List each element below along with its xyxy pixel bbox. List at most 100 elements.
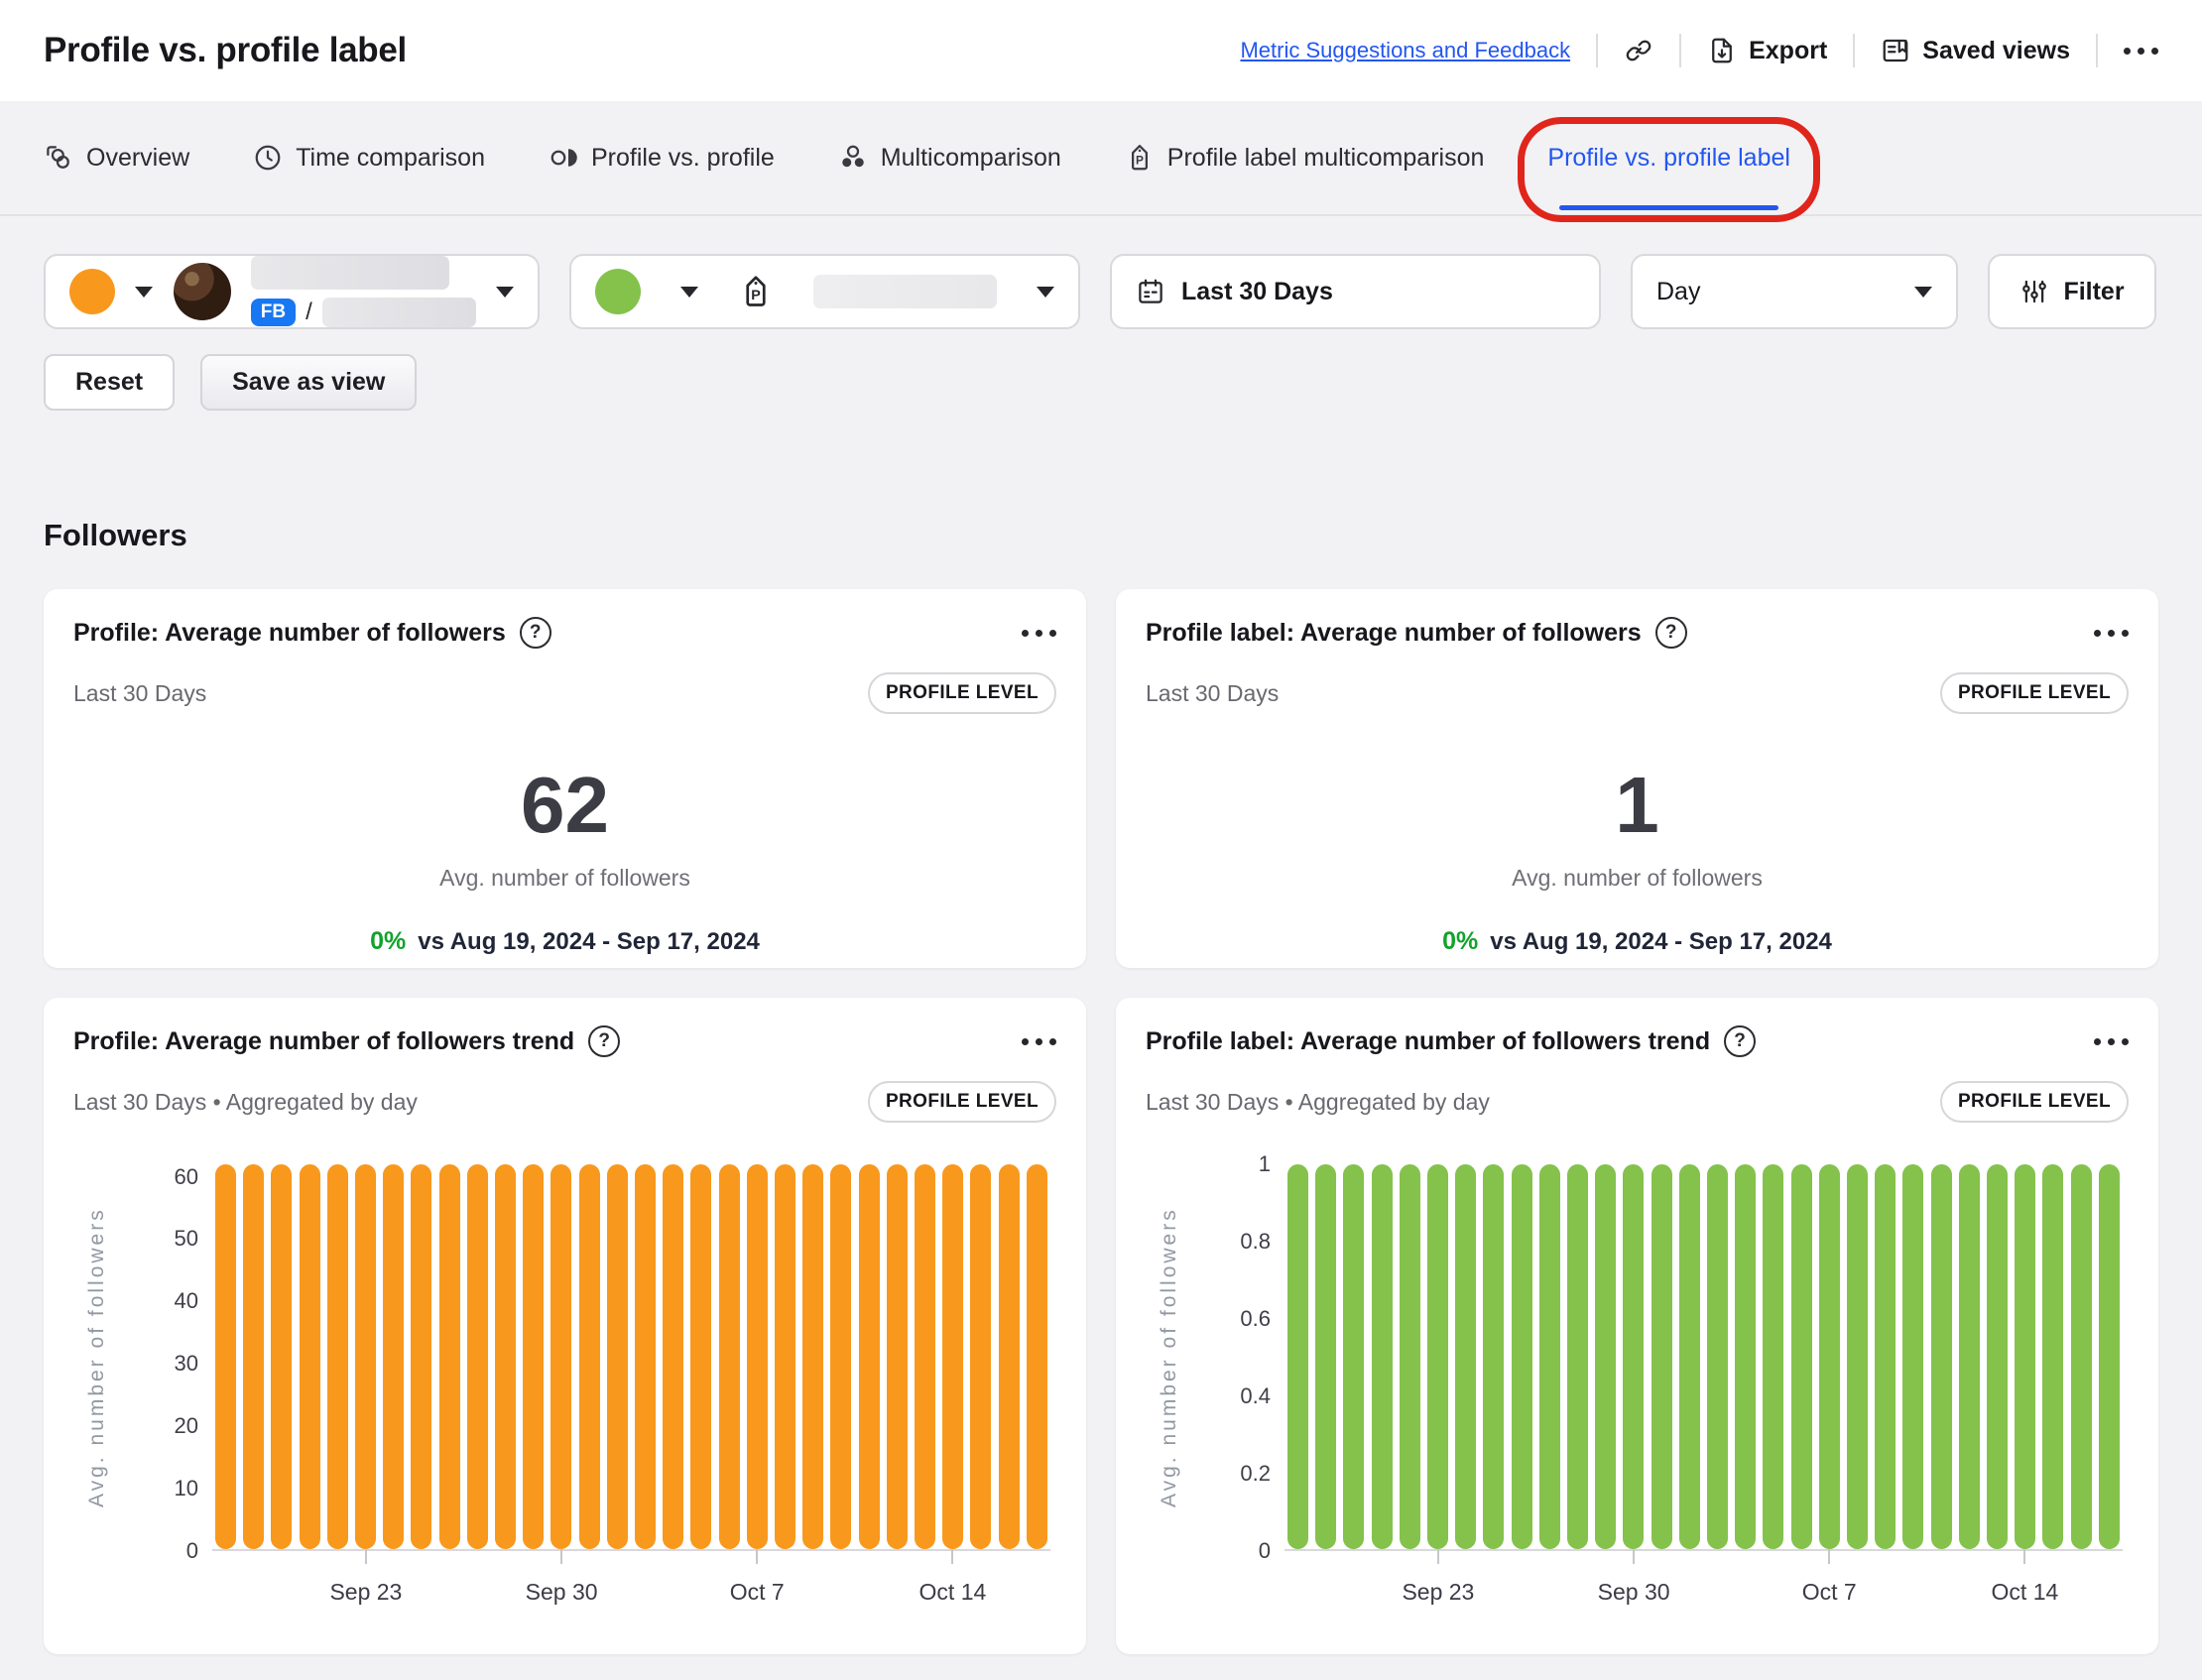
bar[interactable]: [355, 1164, 376, 1549]
date-range-picker[interactable]: Last 30 Days: [1110, 254, 1601, 329]
bar[interactable]: [2015, 1164, 2035, 1549]
bar[interactable]: [887, 1164, 908, 1549]
bar[interactable]: [1287, 1164, 1308, 1549]
filter-label: Filter: [2063, 278, 2124, 306]
help-icon[interactable]: [588, 1025, 620, 1057]
bar[interactable]: [915, 1164, 935, 1549]
bar[interactable]: [1427, 1164, 1448, 1549]
tab-label: Profile vs. profile: [591, 144, 775, 173]
svg-text:P: P: [751, 288, 761, 303]
profile-selector[interactable]: FB /: [44, 254, 540, 329]
more-menu-button[interactable]: [2124, 48, 2158, 55]
bar[interactable]: [1902, 1164, 1923, 1549]
help-icon[interactable]: [520, 617, 551, 649]
bar[interactable]: [550, 1164, 571, 1549]
chevron-down-icon: [1914, 287, 1932, 298]
bar[interactable]: [2099, 1164, 2120, 1549]
bar[interactable]: [747, 1164, 768, 1549]
bar[interactable]: [467, 1164, 488, 1549]
bar[interactable]: [2071, 1164, 2092, 1549]
y-axis-tick-label: 0.4: [1240, 1383, 1271, 1409]
bar[interactable]: [300, 1164, 320, 1549]
bar[interactable]: [1959, 1164, 1980, 1549]
bar[interactable]: [1875, 1164, 1896, 1549]
bar[interactable]: [523, 1164, 544, 1549]
bar[interactable]: [1791, 1164, 1812, 1549]
bar[interactable]: [859, 1164, 880, 1549]
help-icon[interactable]: [1724, 1025, 1756, 1057]
bar[interactable]: [690, 1164, 711, 1549]
card-menu-button[interactable]: [1022, 630, 1056, 637]
bar[interactable]: [1987, 1164, 2008, 1549]
tab-profile-label-multicomparison[interactable]: P Profile label multicomparison: [1125, 101, 1485, 214]
bar[interactable]: [383, 1164, 404, 1549]
tab-profile-vs-profile[interactable]: Profile vs. profile: [549, 101, 775, 214]
bar[interactable]: [1707, 1164, 1728, 1549]
granularity-dropdown[interactable]: Day: [1631, 254, 1958, 329]
bar[interactable]: [830, 1164, 851, 1549]
bar[interactable]: [2042, 1164, 2063, 1549]
bar[interactable]: [970, 1164, 991, 1549]
bar[interactable]: [1567, 1164, 1588, 1549]
x-axis-tick: [560, 1549, 562, 1564]
bar[interactable]: [1400, 1164, 1420, 1549]
help-icon[interactable]: [1655, 617, 1687, 649]
bar[interactable]: [1819, 1164, 1840, 1549]
bar[interactable]: [1847, 1164, 1868, 1549]
bar[interactable]: [1623, 1164, 1644, 1549]
x-axis-tick-label: Oct 7: [730, 1579, 785, 1606]
export-button[interactable]: Export: [1707, 36, 1827, 65]
bar[interactable]: [1512, 1164, 1532, 1549]
tab-time-comparison[interactable]: Time comparison: [253, 101, 485, 214]
bar[interactable]: [775, 1164, 795, 1549]
metric-suggestions-link[interactable]: Metric Suggestions and Feedback: [1240, 38, 1570, 63]
bar[interactable]: [1595, 1164, 1616, 1549]
bar[interactable]: [1652, 1164, 1672, 1549]
bar[interactable]: [243, 1164, 264, 1549]
tab-profile-vs-profile-label[interactable]: Profile vs. profile label: [1547, 101, 1790, 214]
bar[interactable]: [1343, 1164, 1364, 1549]
bar[interactable]: [1763, 1164, 1783, 1549]
bar[interactable]: [215, 1164, 236, 1549]
bar[interactable]: [1679, 1164, 1700, 1549]
bar[interactable]: [271, 1164, 292, 1549]
bar[interactable]: [663, 1164, 683, 1549]
bar[interactable]: [1455, 1164, 1476, 1549]
tab-overview[interactable]: Overview: [44, 101, 189, 214]
bar[interactable]: [1483, 1164, 1504, 1549]
saved-views-icon: [1881, 36, 1910, 65]
filter-button[interactable]: Filter: [1988, 254, 2156, 329]
bar[interactable]: [327, 1164, 348, 1549]
bar[interactable]: [635, 1164, 656, 1549]
tab-label: Multicomparison: [881, 144, 1061, 173]
bar[interactable]: [1931, 1164, 1952, 1549]
card-menu-button[interactable]: [2094, 630, 2129, 637]
profile-label-selector[interactable]: P: [569, 254, 1080, 329]
reset-button[interactable]: Reset: [44, 354, 175, 411]
share-link-button[interactable]: [1624, 36, 1653, 65]
save-as-view-button[interactable]: Save as view: [200, 354, 417, 411]
bar[interactable]: [999, 1164, 1020, 1549]
bar[interactable]: [411, 1164, 431, 1549]
bar[interactable]: [439, 1164, 460, 1549]
bar[interactable]: [802, 1164, 823, 1549]
card-menu-button[interactable]: [1022, 1038, 1056, 1045]
y-axis-tick-label: 60: [175, 1164, 198, 1190]
bar[interactable]: [1735, 1164, 1756, 1549]
bar[interactable]: [1027, 1164, 1047, 1549]
bar[interactable]: [579, 1164, 600, 1549]
tab-label: Profile label multicomparison: [1167, 144, 1485, 173]
saved-views-button[interactable]: Saved views: [1881, 36, 2070, 65]
bar[interactable]: [719, 1164, 740, 1549]
bar[interactable]: [1372, 1164, 1393, 1549]
bar[interactable]: [495, 1164, 516, 1549]
card-menu-button[interactable]: [2094, 1038, 2129, 1045]
tab-multicomparison[interactable]: Multicomparison: [838, 101, 1061, 214]
bar[interactable]: [942, 1164, 963, 1549]
label-color-dot[interactable]: [595, 269, 641, 314]
bar[interactable]: [1539, 1164, 1560, 1549]
profile-color-dot[interactable]: [69, 269, 115, 314]
bar[interactable]: [1315, 1164, 1336, 1549]
bar[interactable]: [607, 1164, 628, 1549]
plot-area: Sep 23Sep 30Oct 7Oct 14: [1284, 1164, 2123, 1551]
